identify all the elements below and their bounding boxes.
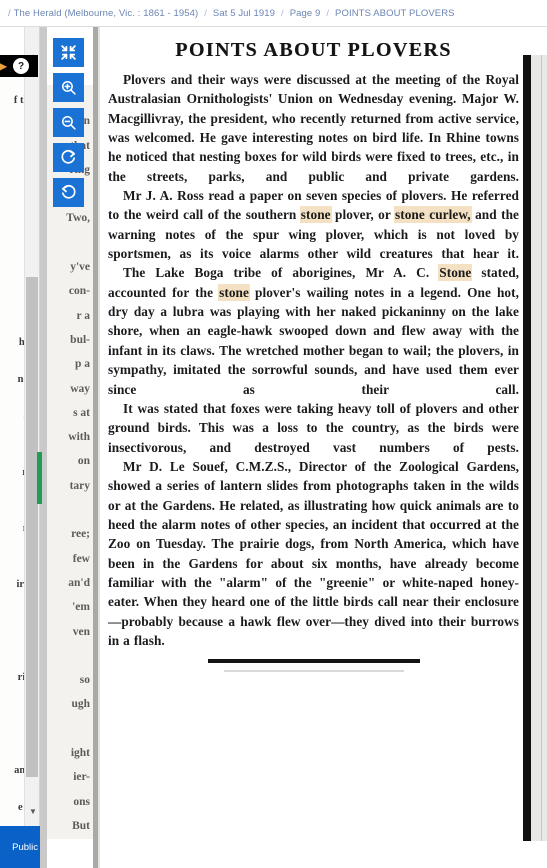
- media-control-cluster[interactable]: ▶ ?: [0, 55, 38, 77]
- rotate-anticlockwise-button[interactable]: [53, 178, 84, 207]
- article-paragraph: Mr D. Le Souef, C.M.Z.S., Director of th…: [108, 457, 519, 650]
- status-bar: Public: [0, 826, 40, 868]
- search-term-highlight: stone: [219, 284, 249, 300]
- background-text-line: But: [72, 819, 90, 832]
- rotate-ccw-icon: [60, 184, 77, 201]
- background-text-line: ons: [73, 795, 90, 808]
- background-text-line: p a: [74, 358, 90, 371]
- article-end-rule: [207, 659, 420, 664]
- page-edge-rule: [541, 55, 542, 841]
- background-text-line: with: [68, 431, 90, 444]
- article-paragraph: Plovers and their ways were discussed at…: [108, 70, 519, 186]
- background-text-line: ven: [72, 625, 90, 638]
- background-text-line: few: [72, 552, 90, 565]
- search-term-highlight: stone curlew,: [395, 207, 471, 223]
- breadcrumb-separator-2: /: [281, 7, 284, 19]
- article-text-run: Mr D. Le Souef, C.M.Z.S., Director of th…: [108, 458, 519, 648]
- contract-arrows-icon: [60, 44, 77, 61]
- background-text-line: ight: [70, 747, 90, 760]
- article-clipping[interactable]: POINTS ABOUT PLOVERS Plovers and their w…: [98, 27, 525, 868]
- breadcrumb-separator-3: /: [326, 7, 330, 19]
- article-paragraph: Mr J. A. Ross read a paper on seven spec…: [108, 186, 519, 263]
- page-viewer[interactable]: or f the y ld s, e ' ." her nen ay nd ng…: [0, 27, 547, 868]
- breadcrumb-article[interactable]: POINTS ABOUT PLOVERS: [335, 8, 455, 19]
- background-text-line: on: [77, 455, 90, 468]
- breadcrumb-page[interactable]: Page 9: [290, 8, 321, 19]
- status-bar-label: Public: [12, 841, 38, 853]
- background-text-line: Two,: [66, 212, 90, 225]
- zoom-out-button[interactable]: [53, 108, 84, 137]
- article-text-run: plover, or: [330, 207, 396, 223]
- help-icon[interactable]: ?: [13, 58, 29, 74]
- background-text-line: so: [79, 674, 90, 687]
- breadcrumb-separator-1: /: [204, 7, 207, 19]
- background-text-line: [47, 231, 90, 255]
- background-text-line: an'd: [68, 576, 90, 589]
- scrollbar-position-marker: [37, 452, 42, 504]
- article-text-run: It was stated that foxes were taking hea…: [108, 400, 519, 455]
- background-text-line: [47, 644, 90, 668]
- zoom-in-button[interactable]: [53, 73, 84, 102]
- background-text-line: ier-: [73, 771, 90, 784]
- background-text-line: 'em: [72, 601, 90, 614]
- article-paragraph: It was stated that foxes were taking hea…: [108, 399, 519, 457]
- background-text-line: way: [70, 382, 90, 395]
- viewer-toolbar: [53, 38, 84, 207]
- article-text-run: plover's wailing notes in a legend. One …: [108, 284, 519, 397]
- scrollbar-thumb[interactable]: [26, 277, 38, 777]
- background-text-line: s at: [73, 406, 90, 419]
- page-gutter-left: [40, 27, 47, 868]
- rotate-clockwise-button[interactable]: [53, 143, 84, 172]
- background-text-line: ree;: [71, 528, 90, 541]
- search-term-highlight: Stone: [439, 265, 472, 281]
- trove-article-viewer: / The Herald (Melbourne, Vic. : 1861 - 1…: [0, 0, 547, 868]
- breadcrumb-leading-glyph: /: [8, 7, 11, 19]
- background-text-line: ugh: [71, 698, 90, 711]
- breadcrumb: / The Herald (Melbourne, Vic. : 1861 - 1…: [0, 0, 547, 27]
- article-end-rule-secondary: [223, 670, 404, 673]
- search-term-highlight: stone: [300, 207, 331, 223]
- background-text-line: tary: [69, 479, 90, 492]
- fit-to-screen-button[interactable]: [53, 38, 84, 67]
- background-text-line: r a: [76, 309, 90, 322]
- play-icon[interactable]: ▶: [0, 58, 10, 74]
- breadcrumb-date[interactable]: Sat 5 Jul 1919: [213, 8, 275, 19]
- magnifier-minus-icon: [60, 114, 77, 131]
- article-paragraph: The Lake Boga tribe of aborigines, Mr A.…: [108, 263, 519, 398]
- magnifier-plus-icon: [60, 79, 77, 96]
- article-body: Plovers and their ways were discussed at…: [108, 70, 519, 650]
- article-title: POINTS ABOUT PLOVERS: [175, 39, 452, 61]
- scroll-down-arrow-icon[interactable]: ▼: [25, 804, 41, 820]
- rotate-cw-icon: [60, 149, 77, 166]
- article-text-run: The Lake Boga tribe of aborigines, Mr A.…: [123, 265, 440, 281]
- background-text-line: [47, 498, 90, 522]
- article-text-run: Plovers and their ways were discussed at…: [108, 72, 519, 184]
- background-text-line: con-: [68, 285, 90, 298]
- page-edge-shadow: [523, 55, 531, 841]
- background-text-line: [47, 717, 90, 741]
- page-edge-margin: [531, 55, 547, 841]
- breadcrumb-newspaper[interactable]: The Herald (Melbourne, Vic. : 1861 - 195…: [14, 8, 199, 19]
- background-text-line: bul-: [70, 333, 90, 346]
- background-text-line: y've: [70, 261, 90, 274]
- page-scrollbar[interactable]: ▲ ▼: [24, 27, 42, 868]
